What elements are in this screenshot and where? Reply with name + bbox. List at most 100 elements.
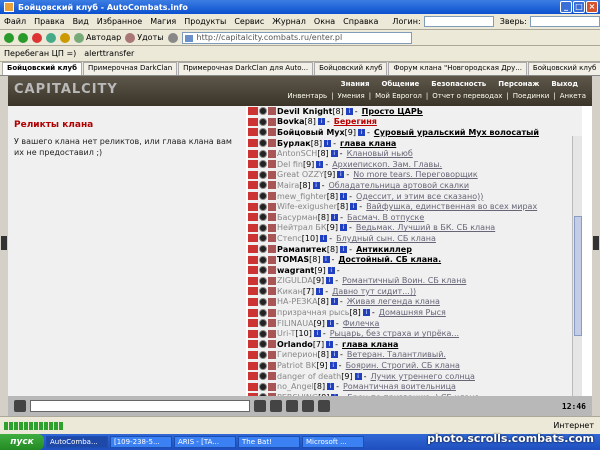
tab-bk-3[interactable]: Бойцовский клуб bbox=[527, 62, 600, 75]
left-frame-handle[interactable] bbox=[0, 76, 8, 396]
address-input[interactable]: http://capitalcity.combats.ru/enter.pl bbox=[181, 31, 412, 44]
menu-windows[interactable]: Окна bbox=[314, 17, 335, 26]
info-icon[interactable]: i bbox=[331, 213, 339, 221]
right-frame-handle[interactable] bbox=[592, 76, 600, 396]
tab-bk-2[interactable]: Бойцовский клуб bbox=[314, 62, 388, 75]
left-arrow-icon[interactable] bbox=[1, 236, 7, 250]
task-autocombats[interactable]: AutoComba... bbox=[46, 436, 108, 448]
member-name[interactable]: Maira bbox=[277, 181, 299, 190]
member-name[interactable]: no_Angel bbox=[277, 382, 314, 391]
member-name[interactable]: ZIGULDA bbox=[277, 276, 313, 285]
member-name[interactable]: Степс bbox=[277, 234, 302, 243]
member-name[interactable]: Del fin bbox=[277, 160, 303, 169]
nav-exit[interactable]: Выход bbox=[551, 80, 578, 88]
info-icon[interactable]: i bbox=[330, 298, 338, 306]
member-name[interactable]: Patriot BK bbox=[277, 361, 316, 370]
member-name[interactable]: Great OZZY bbox=[277, 170, 324, 179]
task-microsoft[interactable]: Microsoft ... bbox=[302, 436, 364, 448]
start-button[interactable]: пуск bbox=[0, 434, 44, 450]
scroll-thumb[interactable] bbox=[574, 216, 582, 336]
menu-help[interactable]: Справка bbox=[343, 17, 378, 26]
info-icon[interactable]: i bbox=[327, 266, 335, 274]
nav-knowledge[interactable]: Знания bbox=[341, 80, 370, 88]
info-icon[interactable]: i bbox=[358, 128, 365, 136]
tab-bk-1[interactable]: Бойцовский клуб bbox=[2, 62, 82, 75]
nav-transfers[interactable]: Отчет о переводах bbox=[432, 92, 502, 100]
nav-communication[interactable]: Общение bbox=[381, 80, 419, 88]
member-name[interactable]: Uri-T bbox=[277, 329, 295, 338]
info-icon[interactable]: i bbox=[339, 224, 347, 232]
home-icon[interactable] bbox=[60, 32, 70, 43]
link-item[interactable]: alerttransfer bbox=[84, 49, 134, 58]
menu-magic[interactable]: Магия bbox=[150, 17, 176, 26]
send-icon[interactable] bbox=[254, 400, 266, 412]
info-icon[interactable]: i bbox=[340, 192, 348, 200]
member-name[interactable]: Басурман bbox=[277, 213, 318, 222]
member-name[interactable]: Bovka bbox=[277, 117, 305, 126]
info-icon[interactable]: i bbox=[324, 139, 332, 147]
member-name[interactable]: Гиперион bbox=[277, 350, 318, 359]
beast-combo[interactable] bbox=[529, 16, 600, 27]
info-icon[interactable]: i bbox=[345, 107, 353, 115]
member-name[interactable]: Wife-exigusher bbox=[277, 202, 337, 211]
member-name[interactable]: призрачная рысь bbox=[277, 308, 349, 317]
forward-icon[interactable] bbox=[18, 32, 28, 43]
vertical-scrollbar[interactable] bbox=[572, 136, 582, 396]
maximize-button[interactable]: □ bbox=[573, 1, 585, 13]
info-icon[interactable]: i bbox=[329, 362, 337, 370]
info-icon[interactable]: i bbox=[362, 309, 370, 317]
link-item[interactable]: Перебеган ЦП =) bbox=[4, 49, 76, 58]
nav-eurogol[interactable]: Мой Еврогол bbox=[375, 92, 422, 100]
chat-input[interactable] bbox=[30, 400, 250, 412]
tab-forum[interactable]: Форум клана "Новгородская Дру... bbox=[388, 62, 527, 75]
menu-edit[interactable]: Правка bbox=[34, 17, 64, 26]
nav-fights[interactable]: Поединки bbox=[513, 92, 550, 100]
info-icon[interactable]: i bbox=[317, 118, 325, 126]
member-name[interactable]: danger of death bbox=[277, 372, 341, 381]
info-icon[interactable]: i bbox=[337, 171, 345, 179]
info-icon[interactable]: i bbox=[340, 245, 348, 253]
member-name[interactable]: AntonSCH bbox=[277, 149, 317, 158]
member-name[interactable]: Кикан bbox=[277, 287, 303, 296]
member-name[interactable]: Бойцовый Мух bbox=[277, 128, 345, 137]
menu-products[interactable]: Продукты bbox=[184, 17, 226, 26]
member-name[interactable]: Рамапитек bbox=[277, 245, 327, 254]
member-name[interactable]: FILINAUA bbox=[277, 319, 314, 328]
nav-character[interactable]: Персонаж bbox=[498, 80, 539, 88]
info-icon[interactable]: i bbox=[326, 277, 334, 285]
udoty-button[interactable]: Удоты bbox=[125, 32, 164, 43]
menu-favorites[interactable]: Избранное bbox=[97, 17, 142, 26]
info-icon[interactable]: i bbox=[327, 383, 335, 391]
task-ip[interactable]: [109-238-5... bbox=[110, 436, 172, 448]
info-icon[interactable]: i bbox=[312, 181, 320, 189]
autodar-button[interactable]: Автодар bbox=[74, 32, 121, 43]
nav-profile[interactable]: Анкета bbox=[560, 92, 586, 100]
nav-skills[interactable]: Умения bbox=[338, 92, 365, 100]
refresh-icon[interactable] bbox=[46, 32, 56, 43]
back-icon[interactable] bbox=[4, 32, 14, 43]
member-name[interactable]: wagrant bbox=[277, 266, 314, 275]
clear-icon[interactable] bbox=[270, 400, 282, 412]
filter-icon[interactable] bbox=[286, 400, 298, 412]
member-name[interactable]: Бурлак bbox=[277, 139, 311, 148]
login-combo[interactable] bbox=[423, 16, 494, 27]
info-icon[interactable]: i bbox=[330, 150, 338, 158]
chat-menu-icon[interactable] bbox=[14, 400, 26, 412]
member-name[interactable]: TOMAS bbox=[277, 255, 309, 264]
menu-view[interactable]: Вид bbox=[73, 17, 89, 26]
member-name[interactable]: Нейтрал БК bbox=[277, 223, 327, 232]
info-icon[interactable]: i bbox=[326, 319, 334, 327]
member-name[interactable]: Devil Knight bbox=[277, 107, 332, 116]
tab-darkclan-auto[interactable]: Примерочная DarkClan для Auto... bbox=[178, 62, 314, 75]
info-icon[interactable]: i bbox=[326, 340, 334, 348]
member-name[interactable]: НА-РЕЗКА bbox=[277, 297, 318, 306]
info-icon[interactable]: i bbox=[354, 372, 362, 380]
info-icon[interactable]: i bbox=[316, 160, 324, 168]
minimize-button[interactable]: _ bbox=[560, 1, 572, 13]
stop-icon[interactable] bbox=[32, 32, 42, 43]
print-icon[interactable] bbox=[167, 32, 178, 43]
member-name[interactable]: Orlando bbox=[277, 340, 313, 349]
tab-darkclan[interactable]: Примерочная DarkClan bbox=[82, 62, 178, 75]
info-icon[interactable]: i bbox=[313, 330, 321, 338]
menu-service[interactable]: Сервис bbox=[234, 17, 264, 26]
